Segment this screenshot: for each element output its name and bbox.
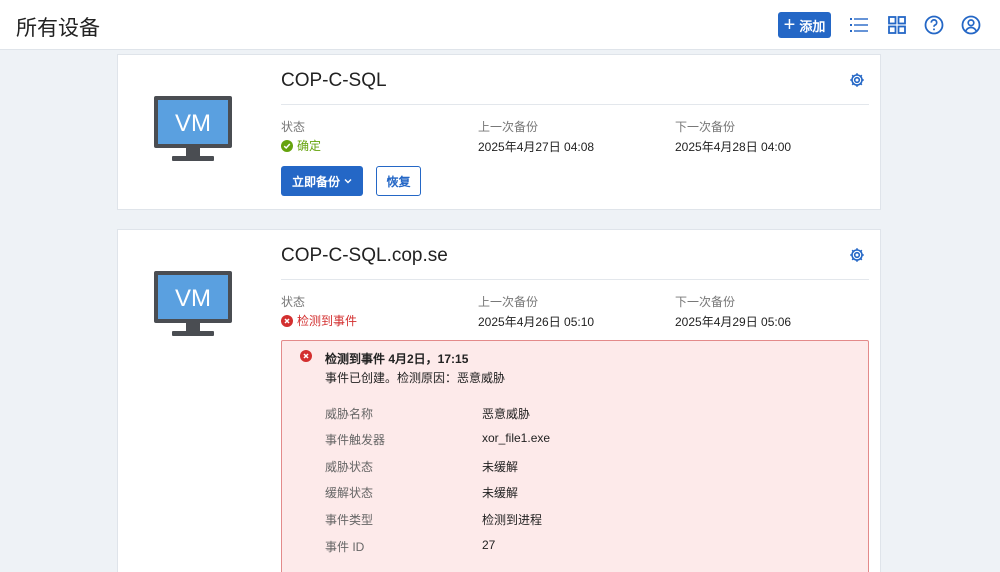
next-backup-value: 2025年4月29日 05:06 xyxy=(675,315,792,329)
status-text: 确定 xyxy=(297,139,322,153)
error-circle-icon xyxy=(300,350,312,362)
detail-label: 威胁状态 xyxy=(325,460,374,474)
last-backup-value: 2025年4月26日 05:10 xyxy=(478,315,595,329)
last-backup-label: 上一次备份 xyxy=(478,120,539,134)
status-label: 状态 xyxy=(281,295,306,309)
vm-label: VM xyxy=(175,285,211,312)
detail-label: 事件类型 xyxy=(325,513,374,527)
top-bar: 所有设备 + 添加 xyxy=(0,0,1000,50)
plus-icon: + xyxy=(783,14,796,36)
detail-label: 事件 ID xyxy=(325,540,365,554)
vm-label: VM xyxy=(175,110,211,137)
detail-value: 未缓解 xyxy=(482,486,519,500)
device-card: VM COP-C-SQL 状态 上一次备份 下一次备份 确定 2025年4月27… xyxy=(117,54,881,210)
next-backup-label: 下一次备份 xyxy=(675,295,736,309)
vm-monitor-icon: VM xyxy=(154,96,232,161)
divider xyxy=(281,104,869,105)
check-circle-icon xyxy=(281,139,293,152)
incident-alert: 检测到事件 4月2日，17:15 事件已创建。检测原因：恶意威胁 威胁名称 恶意… xyxy=(281,340,869,572)
account-icon[interactable] xyxy=(960,14,982,36)
gear-icon[interactable] xyxy=(849,72,865,88)
status-value: 确定 xyxy=(281,137,321,154)
add-button-label: 添加 xyxy=(799,18,826,34)
status-label: 状态 xyxy=(281,120,306,134)
grid-icon[interactable] xyxy=(886,14,908,36)
vm-monitor-icon: VM xyxy=(154,271,232,336)
status-text: 检测到事件 xyxy=(297,314,358,328)
list-icon[interactable] xyxy=(848,14,870,36)
last-backup-label: 上一次备份 xyxy=(478,295,539,309)
next-backup-value: 2025年4月28日 04:00 xyxy=(675,140,792,154)
device-name[interactable]: COP-C-SQL xyxy=(281,70,387,92)
next-backup-label: 下一次备份 xyxy=(675,120,736,134)
alert-subtitle: 事件已创建。检测原因：恶意威胁 xyxy=(325,371,506,385)
error-circle-icon xyxy=(281,314,293,327)
backup-now-label: 立即备份 xyxy=(291,174,340,189)
device-name[interactable]: COP-C-SQL.cop.se xyxy=(281,245,448,267)
status-value: 检测到事件 xyxy=(281,312,357,329)
detail-label: 威胁名称 xyxy=(325,407,374,421)
last-backup-value: 2025年4月27日 04:08 xyxy=(478,140,595,154)
detail-value: 检测到进程 xyxy=(482,513,543,527)
device-card: VM COP-C-SQL.cop.se 状态 上一次备份 下一次备份 检测到事件… xyxy=(117,229,881,572)
detail-value: 未缓解 xyxy=(482,460,519,474)
add-button[interactable]: + 添加 xyxy=(778,12,831,38)
divider xyxy=(281,279,869,280)
detail-value: 恶意威胁 xyxy=(482,407,531,421)
detail-value: xor_file1.exe xyxy=(482,431,551,445)
detail-label: 缓解状态 xyxy=(325,486,374,500)
backup-now-button[interactable]: 立即备份 xyxy=(281,166,363,196)
help-icon[interactable] xyxy=(923,14,945,36)
detail-label: 事件触发器 xyxy=(325,433,386,447)
detail-value: 27 xyxy=(482,538,496,552)
chevron-down-icon xyxy=(344,179,352,184)
restore-button[interactable]: 恢复 xyxy=(376,166,421,196)
alert-title: 检测到事件 4月2日，17:15 xyxy=(325,352,469,366)
gear-icon[interactable] xyxy=(849,247,865,263)
page-title: 所有设备 xyxy=(16,17,100,40)
